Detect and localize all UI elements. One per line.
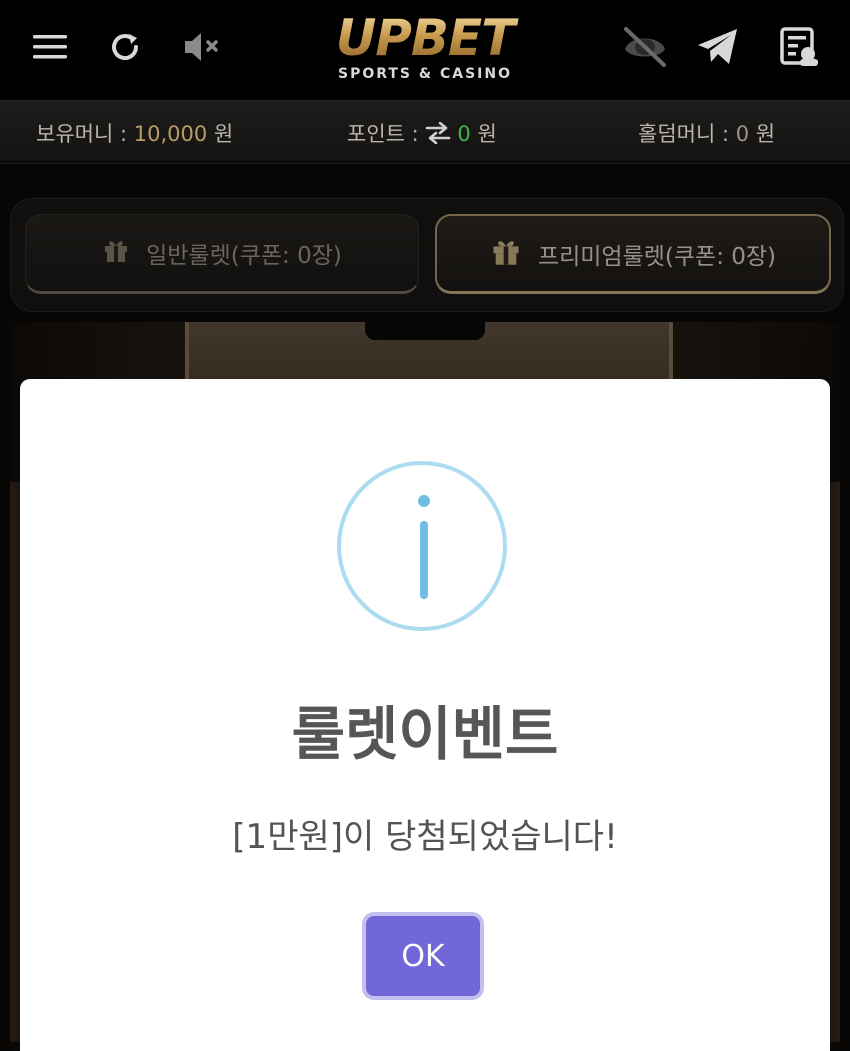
holdem-unit: 원 xyxy=(749,122,776,146)
logo-main-text: UPBET xyxy=(300,10,550,66)
money-unit: 원 xyxy=(207,122,234,146)
logo-sub-text: SPORTS & CASINO xyxy=(337,66,512,82)
refresh-icon[interactable] xyxy=(100,22,150,72)
mute-icon[interactable] xyxy=(178,22,228,72)
holdem-balance: 홀덤머니 : 0 원 xyxy=(638,118,775,148)
dialog-message: [1만원]이 당첨되었습니다! xyxy=(232,817,618,857)
top-header: UPBET SPORTS & CASINO xyxy=(0,0,850,100)
hide-icon[interactable] xyxy=(620,22,670,72)
exchange-icon[interactable] xyxy=(425,121,451,149)
holdem-value: 0 xyxy=(735,122,750,146)
site-logo[interactable]: UPBET SPORTS & CASINO xyxy=(300,10,550,90)
point-balance: 포인트 : 0 원 xyxy=(347,118,497,149)
money-balance: 보유머니 : 10,000 원 xyxy=(36,118,233,148)
info-icon xyxy=(337,461,507,631)
info-icon-bar xyxy=(420,521,428,599)
notice-icon[interactable] xyxy=(775,22,825,72)
balance-bar: 보유머니 : 10,000 원 포인트 : 0 원 홀덤머니 : 0 원 xyxy=(0,100,850,164)
point-value: 0 xyxy=(457,122,471,146)
info-icon-dot xyxy=(418,495,430,507)
point-unit: 원 xyxy=(470,122,497,146)
holdem-label: 홀덤머니 : xyxy=(638,122,736,146)
money-value: 10,000 xyxy=(133,122,208,146)
telegram-icon[interactable] xyxy=(693,22,743,72)
point-label: 포인트 : xyxy=(347,122,426,146)
dialog-title: 룰렛이벤트 xyxy=(291,700,559,768)
menu-icon[interactable] xyxy=(25,22,75,72)
money-label: 보유머니 : xyxy=(36,122,134,146)
ok-button[interactable]: OK xyxy=(366,916,480,996)
result-dialog: 룰렛이벤트 [1만원]이 당첨되었습니다! OK xyxy=(20,379,830,1051)
